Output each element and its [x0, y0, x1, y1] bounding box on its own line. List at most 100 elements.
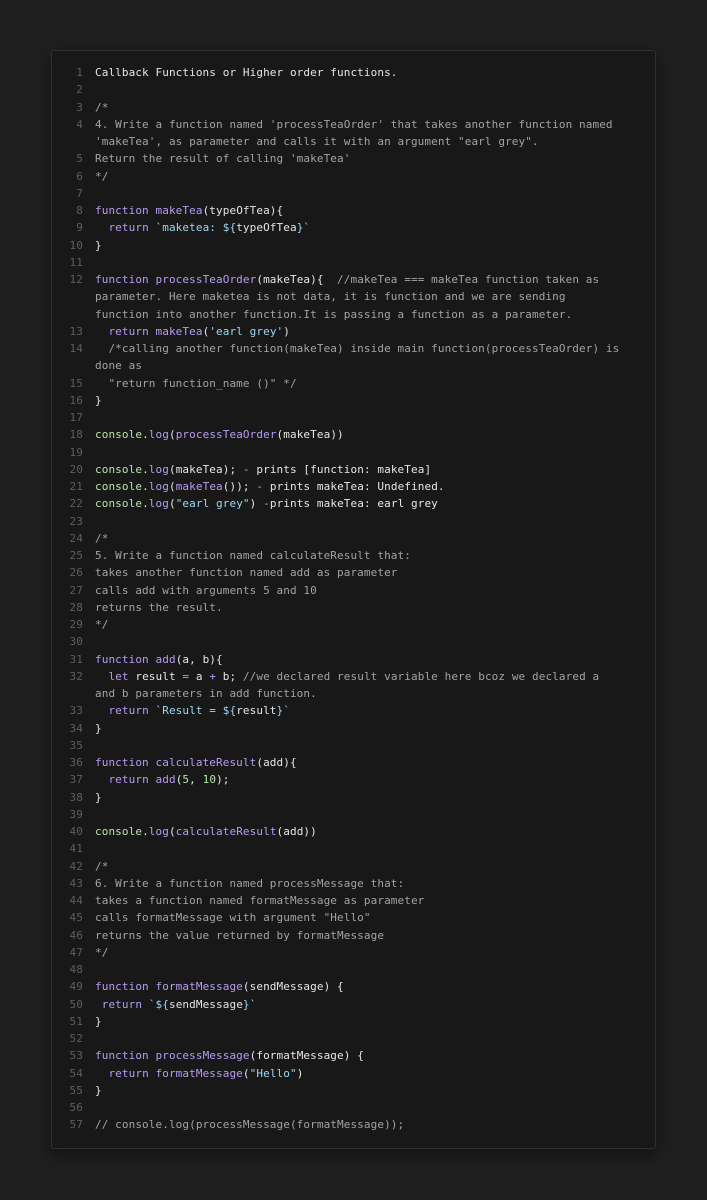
code-line[interactable]: 51} — [52, 1013, 655, 1030]
code-line[interactable]: 1 Callback Functions or Higher order func… — [52, 64, 655, 81]
code-line[interactable]: 44 takes a function named formatMessage a… — [52, 892, 655, 909]
code-line[interactable]: 42 /* — [52, 858, 655, 875]
code-editor-window: 1 Callback Functions or Higher order func… — [51, 50, 656, 1149]
code-line[interactable]: 13 return makeTea('earl grey') — [52, 323, 655, 340]
code-token: function — [95, 1049, 156, 1063]
code-line[interactable]: 31 function add(a, b){ — [52, 651, 655, 668]
code-line[interactable]: 35 — [52, 737, 655, 754]
code-token: add — [155, 652, 176, 666]
code-content[interactable]: 1 Callback Functions or Higher order func… — [52, 64, 655, 1134]
code-line[interactable]: 3 /* — [52, 99, 655, 116]
code-line[interactable]: 14 /*calling another function(makeTea) i… — [52, 340, 655, 357]
code-line[interactable]: 54 return formatMessage("Hello") — [52, 1065, 655, 1082]
code-line[interactable]: 46 returns the value returned by formatMe… — [52, 927, 655, 944]
code-token: 5. Write a function named calculateResul… — [95, 549, 411, 562]
code-token: Callback Functions or Higher order funct… — [95, 66, 398, 79]
code-line[interactable]: 49 function formatMessage(sendMessage) { — [52, 978, 655, 995]
line-number: 12 — [69, 273, 83, 286]
code-line[interactable]: 53 function processMessage(formatMessage)… — [52, 1047, 655, 1064]
code-line[interactable]: 47 */ — [52, 944, 655, 961]
line-text: } — [95, 1082, 102, 1099]
code-token: a — [189, 669, 210, 683]
code-line[interactable]: 36 function calculateResult(add){ — [52, 754, 655, 771]
code-token: (typeOfTea){ — [202, 204, 284, 217]
code-token: typeOfTea — [236, 221, 297, 235]
code-line[interactable]: 55} — [52, 1082, 655, 1099]
code-line[interactable]: 2 — [52, 81, 655, 98]
line-text: returns the value returned by formatMess… — [95, 927, 384, 944]
code-line[interactable]: 18 console.log(processTeaOrder(makeTea)) — [52, 426, 655, 443]
code-line[interactable]: 28 returns the result. — [52, 599, 655, 616]
line-text: function processTeaOrder(makeTea){ //mak… — [95, 271, 599, 288]
line-text: console.log(makeTea()); - prints makeTea… — [95, 478, 445, 495]
code-line[interactable]: 33 return `Result = ${result}` — [52, 702, 655, 719]
line-number: 49 — [69, 980, 83, 994]
code-token: ( — [168, 825, 176, 838]
code-token: //we declared result variable here bcoz … — [242, 669, 600, 683]
code-line[interactable]: 56 — [52, 1099, 655, 1116]
line-text: } — [95, 720, 102, 737]
code-line[interactable]: 'makeTea', as parameter and calls it wit… — [52, 133, 655, 150]
code-line[interactable]: function into another function.It is pas… — [52, 306, 655, 323]
line-text: function into another function.It is pas… — [95, 306, 572, 323]
code-line[interactable]: 6 */ — [52, 168, 655, 185]
code-token: - — [242, 462, 250, 476]
code-line[interactable]: 15 "return function_name ()" */ — [52, 375, 655, 392]
code-line[interactable]: 40 console.log(calculateResult(add)) — [52, 823, 655, 840]
code-line[interactable]: 57 // console.log(processMessage(formatMe… — [52, 1116, 655, 1133]
code-line[interactable]: 4 4. Write a function named 'processTeaOr… — [52, 116, 655, 133]
code-line[interactable]: 48 — [52, 961, 655, 978]
code-line[interactable]: done as — [52, 357, 655, 374]
code-line[interactable]: 23 — [52, 513, 655, 530]
line-text: done as — [95, 357, 142, 374]
code-line[interactable]: 43 6. Write a function named processMessa… — [52, 875, 655, 892]
code-token: makeTea — [155, 204, 203, 217]
code-token: takes another function named add as para… — [95, 566, 398, 580]
code-line[interactable]: 29 */ — [52, 616, 655, 633]
code-line[interactable]: 20 console.log(makeTea); - prints [functi… — [52, 461, 655, 478]
code-line[interactable]: 38} — [52, 789, 655, 806]
line-text: function calculateResult(add){ — [95, 754, 297, 771]
line-text: calls add with arguments 5 and 10 — [95, 582, 317, 599]
code-line[interactable]: 50 return `${sendMessage}` — [52, 996, 655, 1013]
line-number: 20 — [69, 462, 83, 476]
code-line[interactable]: 25 5. Write a function named calculateRes… — [52, 547, 655, 564]
code-line[interactable]: 19 — [52, 444, 655, 461]
code-line[interactable]: 16} — [52, 392, 655, 409]
code-line[interactable]: 24 /* — [52, 530, 655, 547]
code-line[interactable]: 27 calls add with arguments 5 and 10 — [52, 582, 655, 599]
code-line[interactable]: 34} — [52, 720, 655, 737]
code-token: 6. Write a function named processMessage… — [95, 876, 405, 890]
code-line[interactable]: 9 return `maketea: ${typeOfTea}` — [52, 219, 655, 236]
code-line[interactable]: 37 return add(5, 10); — [52, 771, 655, 788]
code-line[interactable]: 7 — [52, 185, 655, 202]
code-token: b; — [216, 669, 243, 683]
code-token: add — [155, 773, 176, 787]
code-token: . — [142, 825, 149, 838]
code-line[interactable]: 21 console.log(makeTea()); - prints makeT… — [52, 478, 655, 495]
code-line[interactable]: 17 — [52, 409, 655, 426]
line-number: 9 — [76, 221, 83, 235]
code-line[interactable]: 22 console.log("earl grey") -prints makeT… — [52, 495, 655, 512]
code-line[interactable]: 26 takes another function named add as pa… — [52, 564, 655, 581]
code-line[interactable]: 8 function makeTea(typeOfTea){ — [52, 202, 655, 219]
line-number: 50 — [69, 997, 83, 1011]
line-number: 19 — [69, 445, 83, 459]
code-line[interactable]: 5 Return the result of calling 'makeTea' — [52, 150, 655, 167]
code-line[interactable]: 10} — [52, 237, 655, 254]
line-number: 34 — [69, 721, 83, 735]
code-line[interactable]: 11 — [52, 254, 655, 271]
code-line[interactable]: 30 — [52, 633, 655, 650]
code-line[interactable]: 32 let result = a + b; //we declared res… — [52, 668, 655, 685]
code-line[interactable]: 12 function processTeaOrder(makeTea){ //m… — [52, 271, 655, 288]
code-token: sendMessage — [168, 997, 243, 1011]
code-line[interactable]: 39 — [52, 806, 655, 823]
line-number: 43 — [69, 876, 83, 890]
code-line[interactable]: and b parameters in add function. — [52, 685, 655, 702]
code-line[interactable]: 41 — [52, 840, 655, 857]
code-token: return — [108, 773, 156, 787]
code-line[interactable]: 45 calls formatMessage with argument "Hel… — [52, 909, 655, 926]
code-line[interactable]: parameter. Here maketea is not data, it … — [52, 288, 655, 305]
line-text: return `maketea: ${typeOfTea}` — [95, 219, 310, 236]
code-line[interactable]: 52 — [52, 1030, 655, 1047]
